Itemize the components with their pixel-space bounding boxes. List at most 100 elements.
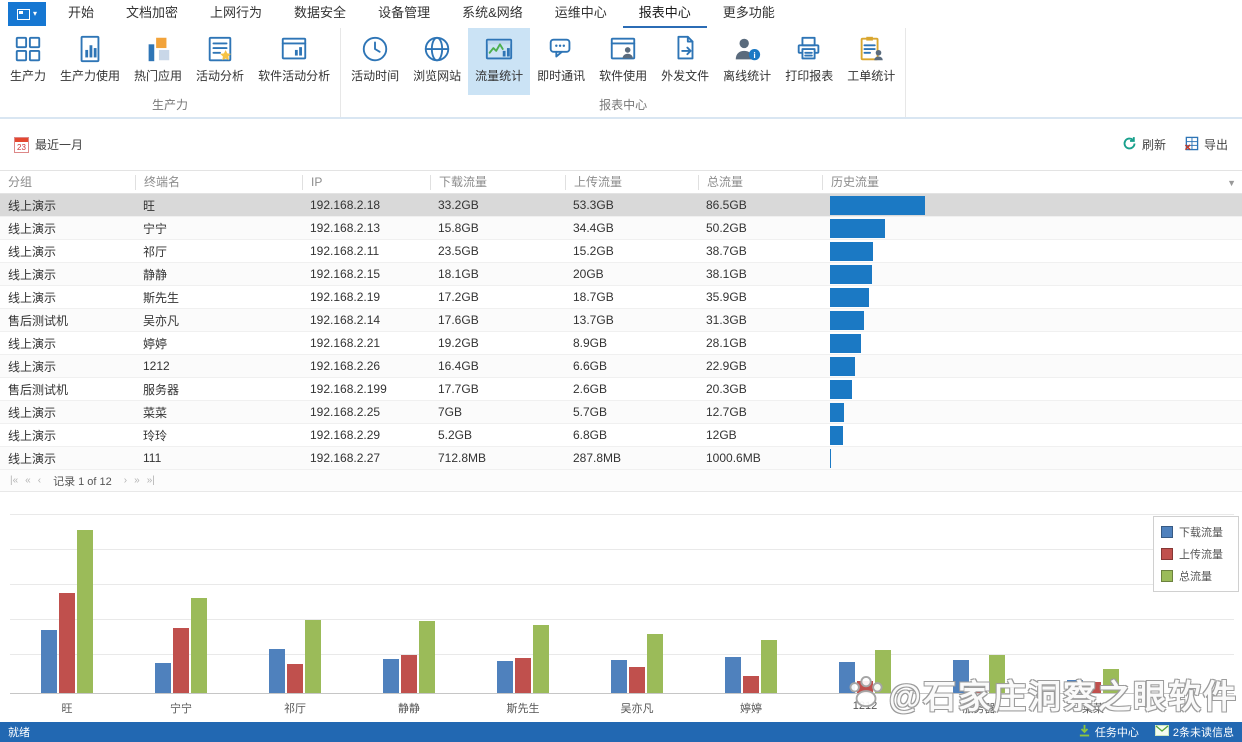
chat-icon	[546, 33, 576, 65]
svg-text:i: i	[754, 50, 756, 60]
column-header-1[interactable]: 分组	[0, 175, 135, 190]
table-row[interactable]: 线上演示静静192.168.2.1518.1GB20GB38.1GB	[0, 263, 1242, 286]
column-header-2[interactable]: 终端名	[135, 175, 302, 190]
menu-tab-report-center[interactable]: 报表中心	[623, 0, 707, 28]
unread-messages-button[interactable]: 2条未读信息	[1155, 724, 1234, 740]
legend-item: 总流量	[1161, 568, 1231, 584]
status-bar-right: 任务中心 2条未读信息	[1078, 724, 1234, 740]
cell-history	[822, 219, 1242, 238]
cell-upload: 5.7GB	[565, 405, 698, 419]
window-chart-icon	[279, 33, 309, 65]
ribbon-button-label: 打印报表	[785, 67, 833, 84]
ribbon-button-outgoing-files[interactable]: 外发文件	[654, 28, 716, 95]
date-range-filter[interactable]: 最近一月	[14, 136, 83, 153]
ribbon-button-instant-messaging[interactable]: 即时通讯	[530, 28, 592, 95]
pager-fast-next-icon[interactable]: »	[134, 475, 140, 486]
cell-name: 宁宁	[135, 220, 302, 237]
ribbon-button-hot-apps[interactable]: 热门应用	[127, 28, 189, 95]
menu-tabs: 开始文档加密上网行为数据安全设备管理系统&网络运维中心报表中心更多功能	[52, 0, 791, 28]
pager-fast-prev-icon[interactable]: «	[25, 475, 31, 486]
pager-last-icon[interactable]: »|	[147, 475, 155, 486]
column-header-3[interactable]: IP	[302, 175, 430, 190]
ribbon-button-productivity-usage[interactable]: 生产力使用	[53, 28, 127, 95]
task-center-button[interactable]: 任务中心	[1078, 724, 1139, 740]
cell-history	[822, 288, 1242, 307]
doc-star-icon	[205, 33, 235, 65]
cell-group: 线上演示	[0, 358, 135, 375]
pager-prev-icon[interactable]: ‹	[38, 475, 41, 486]
ribbon-button-browse-websites[interactable]: 浏览网站	[406, 28, 468, 95]
table-row[interactable]: 线上演示1212192.168.2.2616.4GB6.6GB22.9GB	[0, 355, 1242, 378]
bar-上传流量	[173, 628, 189, 693]
bar-chart-icon	[75, 33, 105, 65]
ribbon-button-software-usage[interactable]: 软件使用	[592, 28, 654, 95]
cell-download: 15.8GB	[430, 221, 565, 235]
table-row[interactable]: 售后测试机吴亦凡192.168.2.1417.6GB13.7GB31.3GB	[0, 309, 1242, 332]
x-axis-label: 宁宁	[124, 700, 238, 716]
ribbon-button-label: 流量统计	[475, 67, 523, 84]
cell-upload: 287.8MB	[565, 451, 698, 465]
menu-tab-internet-behavior[interactable]: 上网行为	[194, 0, 278, 28]
menu-tab-more-features[interactable]: 更多功能	[707, 0, 791, 28]
table-row[interactable]: 线上演示玲玲192.168.2.295.2GB6.8GB12GB	[0, 424, 1242, 447]
history-traffic-bar	[830, 403, 844, 422]
bar-上传流量	[515, 658, 531, 693]
ribbon-button-print-report[interactable]: 打印报表	[778, 28, 840, 95]
bar-下载流量	[953, 660, 969, 693]
chart-group-1	[10, 506, 124, 693]
pager-first-icon[interactable]: |«	[10, 475, 18, 486]
ribbon-button-traffic-stats[interactable]: 流量统计	[468, 28, 530, 95]
table-row[interactable]: 线上演示旺192.168.2.1833.2GB53.3GB86.5GB	[0, 194, 1242, 217]
cell-name: 菜菜	[135, 404, 302, 421]
column-header-4[interactable]: 下载流量	[430, 175, 565, 190]
table-row[interactable]: 线上演示祁厅192.168.2.1123.5GB15.2GB38.7GB	[0, 240, 1242, 263]
history-traffic-bar	[830, 357, 855, 376]
ribbon-button-label: 离线统计	[723, 67, 771, 84]
ribbon-button-label: 外发文件	[661, 67, 709, 84]
column-header-5[interactable]: 上传流量	[565, 175, 698, 190]
cell-name: 祁厅	[135, 243, 302, 260]
ribbon-button-software-activity-analysis[interactable]: 软件活动分析	[251, 28, 337, 95]
table-row[interactable]: 线上演示111192.168.2.27712.8MB287.8MB1000.6M…	[0, 447, 1242, 470]
table-row[interactable]: 售后测试机服务器192.168.2.19917.7GB2.6GB20.3GB	[0, 378, 1242, 401]
table-row[interactable]: 线上演示宁宁192.168.2.1315.8GB34.4GB50.2GB	[0, 217, 1242, 240]
ribbon-button-offline-stats[interactable]: i 离线统计	[716, 28, 778, 95]
table-row[interactable]: 线上演示斯先生192.168.2.1917.2GB18.7GB35.9GB	[0, 286, 1242, 309]
refresh-button[interactable]: 刷新	[1122, 136, 1166, 154]
ribbon-button-label: 即时通讯	[537, 67, 585, 84]
ribbon-button-work-order-stats[interactable]: 工单统计	[840, 28, 902, 95]
cell-download: 33.2GB	[430, 198, 565, 212]
ribbon-button-label: 工单统计	[847, 67, 895, 84]
user-info-icon: i	[732, 33, 762, 65]
column-header-7[interactable]: 历史流量▼	[822, 175, 1242, 190]
ribbon-button-activity-time[interactable]: 活动时间	[344, 28, 406, 95]
pager-next-icon[interactable]: ›	[124, 475, 127, 486]
history-traffic-bar	[830, 288, 869, 307]
menu-tab-doc-encryption[interactable]: 文档加密	[110, 0, 194, 28]
menu-tab-device-management[interactable]: 设备管理	[362, 0, 446, 28]
app-menu-button[interactable]: ▾	[8, 2, 46, 26]
table-row[interactable]: 线上演示菜菜192.168.2.257GB5.7GB12.7GB	[0, 401, 1242, 424]
menu-tab-data-security[interactable]: 数据安全	[278, 0, 362, 28]
menu-tab-ops-center[interactable]: 运维中心	[539, 0, 623, 28]
cell-history	[822, 449, 1242, 468]
export-button[interactable]: 导出	[1184, 136, 1228, 154]
column-dropdown-icon[interactable]: ▼	[1227, 176, 1236, 191]
bar-下载流量	[611, 660, 627, 693]
bar-总流量	[761, 640, 777, 693]
traffic-bar-chart: 旺宁宁祁厅静静斯先生吴亦凡婷婷1212服务器菜菜 下载流量上传流量总流量	[0, 506, 1242, 720]
cell-download: 17.7GB	[430, 382, 565, 396]
bar-下载流量	[497, 661, 513, 693]
ribbon-button-productivity[interactable]: 生产力	[3, 28, 53, 95]
menu-tab-start[interactable]: 开始	[52, 0, 110, 28]
cell-download: 17.2GB	[430, 290, 565, 304]
cell-total: 20.3GB	[698, 382, 822, 396]
ribbon-button-activity-analysis[interactable]: 活动分析	[189, 28, 251, 95]
legend-swatch	[1161, 526, 1173, 538]
chart-group-3	[238, 506, 352, 693]
column-header-6[interactable]: 总流量	[698, 175, 822, 190]
table-row[interactable]: 线上演示婷婷192.168.2.2119.2GB8.9GB28.1GB	[0, 332, 1242, 355]
bar-总流量	[77, 530, 93, 693]
cell-download: 18.1GB	[430, 267, 565, 281]
menu-tab-system-network[interactable]: 系统&网络	[446, 0, 539, 28]
